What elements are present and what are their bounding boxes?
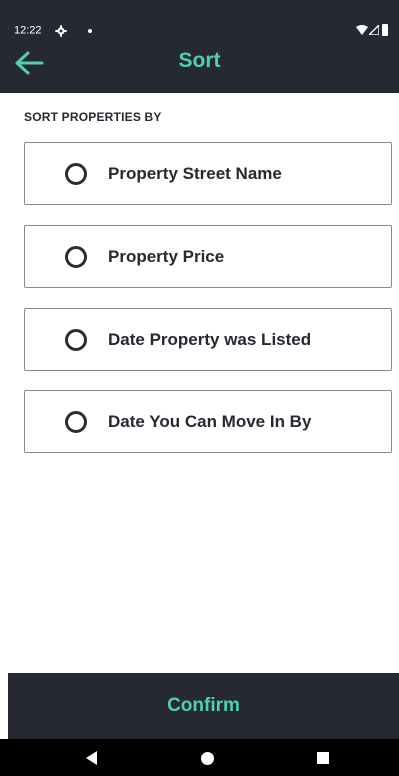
signal-icon (369, 25, 379, 35)
section-label: SORT PROPERTIES BY (24, 110, 162, 124)
radio-unchecked-icon[interactable] (65, 328, 87, 351)
sort-option-label: Date Property was Listed (108, 329, 312, 349)
wifi-icon (356, 25, 368, 35)
sort-option-label: Property Street Name (108, 163, 282, 183)
sort-option-label: Property Price (108, 246, 225, 266)
nav-recent-apps-icon[interactable] (317, 752, 329, 764)
sort-option-label: Date You Can Move In By (108, 411, 312, 431)
settings-gear-icon (55, 25, 67, 37)
radio-unchecked-icon[interactable] (65, 162, 87, 185)
radio-unchecked-icon[interactable] (65, 245, 87, 268)
confirm-label: Confirm (167, 695, 240, 716)
nav-back-icon[interactable] (86, 751, 97, 765)
sort-option-move-in-date[interactable]: Date You Can Move In By (24, 390, 392, 453)
radio-unchecked-icon[interactable] (65, 410, 87, 433)
nav-home-icon[interactable] (201, 752, 214, 765)
app-bar: 12:22 Sort (0, 0, 399, 93)
page-title: Sort (178, 49, 221, 72)
sort-option-date-listed[interactable]: Date Property was Listed (24, 308, 392, 371)
battery-icon (382, 24, 388, 36)
sort-screen: 12:22 Sort SORT PROPERTIES BY Property S… (0, 0, 399, 776)
system-nav-bar (0, 739, 399, 776)
status-time: 12:22 (14, 24, 42, 37)
sort-option-price[interactable]: Property Price (24, 225, 392, 288)
confirm-button[interactable]: Confirm (8, 673, 399, 739)
sort-option-street-name[interactable]: Property Street Name (24, 142, 392, 205)
notification-dot-icon (88, 29, 92, 33)
status-bar: 12:22 (0, 0, 399, 37)
